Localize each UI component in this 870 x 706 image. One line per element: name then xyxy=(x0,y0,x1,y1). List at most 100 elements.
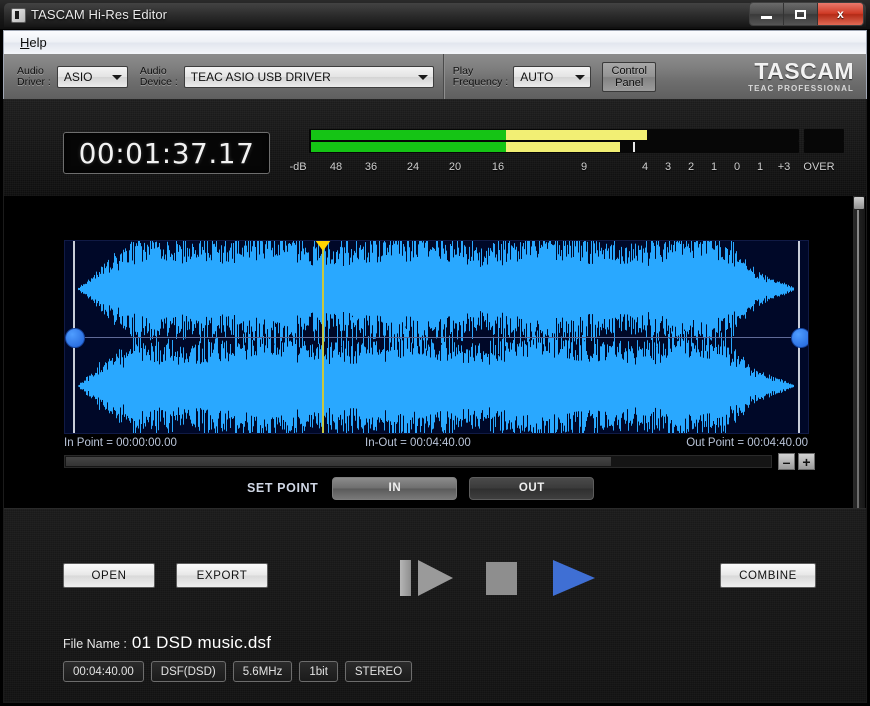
minimize-button[interactable] xyxy=(750,3,784,25)
db-scale-label: +3 xyxy=(778,161,791,173)
file-format-badge: 5.6MHz xyxy=(233,661,293,682)
app-icon xyxy=(11,8,26,23)
chevron-down-icon xyxy=(575,75,585,80)
menu-item-help[interactable]: Help xyxy=(17,34,50,51)
stop-icon[interactable] xyxy=(486,562,517,595)
title-bar: TASCAM Hi-Res Editor x xyxy=(0,0,870,30)
open-button[interactable]: OPEN xyxy=(63,563,155,588)
file-format-badge: STEREO xyxy=(345,661,412,682)
vertical-scrollbar-thumb[interactable] xyxy=(854,197,864,209)
transport-panel: OPEN EXPORT COMBINE File Name : 01 DSD m… xyxy=(4,508,866,702)
maximize-icon xyxy=(784,3,817,25)
export-button[interactable]: EXPORT xyxy=(176,563,268,588)
file-name-label: File Name : xyxy=(63,637,127,651)
level-meters xyxy=(309,129,844,163)
brand-tagline: TEAC PROFESSIONAL xyxy=(748,85,854,93)
file-format-badges: 00:04:40.00 DSF(DSD) 5.6MHz 1bit STEREO xyxy=(63,661,419,682)
level-meter-right-over xyxy=(804,141,844,153)
horizontal-scrollbar-thumb[interactable] xyxy=(66,457,611,466)
audio-driver-value: ASIO xyxy=(58,70,93,84)
editor-body: + – In Point = 00:00:00.00 In-Out = 00:0… xyxy=(3,196,867,703)
db-scale-label: 1 xyxy=(757,161,763,173)
play-frequency-label: Play Frequency : xyxy=(453,66,508,88)
level-meter-right-yellow xyxy=(506,142,620,152)
control-panel-label-1: Control xyxy=(612,65,647,77)
out-point-handle[interactable] xyxy=(791,328,809,348)
menu-bar: Help xyxy=(3,30,867,54)
db-scale-label: OVER xyxy=(803,161,834,173)
combine-button[interactable]: COMBINE xyxy=(720,563,816,588)
in-point-handle[interactable] xyxy=(65,328,85,348)
tascam-hires-editor-window: TASCAM Hi-Res Editor x Help Audio Driver… xyxy=(0,0,870,706)
time-display-value: 00:01:37.17 xyxy=(79,137,255,170)
db-scale-label: 3 xyxy=(665,161,671,173)
playhead-line xyxy=(322,241,324,434)
waveform-center-line xyxy=(65,337,809,338)
brand-name: TASCAM xyxy=(748,60,854,83)
chevron-down-icon xyxy=(418,75,428,80)
level-meter-right-green xyxy=(311,142,506,152)
settings-toolbar: Audio Driver : ASIO Audio Device : TEAC … xyxy=(3,54,867,99)
db-scale-label: -dB xyxy=(289,161,306,173)
set-point-label: SET POINT xyxy=(247,481,318,495)
file-format-badge: DSF(DSD) xyxy=(151,661,226,682)
waveform-display[interactable] xyxy=(64,240,809,434)
play-frequency-select[interactable]: AUTO xyxy=(513,66,591,88)
horizontal-scrollbar[interactable] xyxy=(64,455,772,468)
db-scale-label: 20 xyxy=(449,161,461,173)
level-meter-right-track xyxy=(309,141,799,153)
tascam-logo: TASCAM TEAC PROFESSIONAL xyxy=(748,60,854,93)
control-panel-label-2: Panel xyxy=(612,77,647,89)
db-scale-label: 48 xyxy=(330,161,342,173)
control-panel-button[interactable]: Control Panel xyxy=(602,62,656,92)
audio-device-select[interactable]: TEAC ASIO USB DRIVER xyxy=(184,66,434,88)
window-controls: x xyxy=(749,2,864,26)
level-meter-right xyxy=(309,141,844,153)
meter-strip: 00:01:37.17 -dB48362420169432101+3O xyxy=(3,99,867,196)
db-scale-label: 24 xyxy=(407,161,419,173)
db-scale-label: 0 xyxy=(734,161,740,173)
horizontal-zoom-controls: – + xyxy=(778,453,818,470)
db-scale-label: 16 xyxy=(492,161,504,173)
out-point-label: Out Point = 00:04:40.00 xyxy=(686,437,808,449)
audio-driver-select[interactable]: ASIO xyxy=(57,66,128,88)
close-icon: x xyxy=(818,3,863,25)
chevron-down-icon xyxy=(112,75,122,80)
level-meter-left-over xyxy=(804,129,844,141)
set-point-row: SET POINT IN OUT xyxy=(247,476,606,500)
audio-driver-label: Audio Driver : xyxy=(17,66,51,88)
audio-device-value: TEAC ASIO USB DRIVER xyxy=(185,70,331,84)
step-triangle xyxy=(418,560,453,596)
set-out-point-button[interactable]: OUT xyxy=(469,477,594,500)
file-info: File Name : 01 DSD music.dsf 00:04:40.00… xyxy=(63,633,419,682)
level-meter-left xyxy=(309,129,844,141)
point-info-row: In Point = 00:00:00.00 In-Out = 00:04:40… xyxy=(64,437,812,453)
db-scale-label: 2 xyxy=(688,161,694,173)
pause-bar xyxy=(400,560,411,596)
close-button[interactable]: x xyxy=(818,3,863,25)
db-scale-label: 4 xyxy=(642,161,648,173)
in-point-label: In Point = 00:00:00.00 xyxy=(64,437,177,449)
level-meter-left-yellow xyxy=(506,130,647,140)
db-scale-label: 1 xyxy=(711,161,717,173)
file-format-badge: 1bit xyxy=(299,661,338,682)
file-format-badge: 00:04:40.00 xyxy=(63,661,144,682)
level-meter-right-peak xyxy=(633,142,635,152)
level-meter-left-track xyxy=(309,129,799,141)
toolbar-divider xyxy=(443,54,445,99)
horizontal-zoom-in-button[interactable]: + xyxy=(798,453,815,470)
file-name-value: 01 DSD music.dsf xyxy=(132,633,271,653)
time-display: 00:01:37.17 xyxy=(63,132,270,174)
horizontal-zoom-out-button[interactable]: – xyxy=(778,453,795,470)
play-icon[interactable] xyxy=(553,560,595,596)
set-in-point-button[interactable]: IN xyxy=(332,477,457,500)
window-title: TASCAM Hi-Res Editor xyxy=(31,5,167,24)
file-name-row: File Name : 01 DSD music.dsf xyxy=(63,633,419,653)
pause-play-icon[interactable] xyxy=(400,560,456,596)
level-meter-left-green xyxy=(311,130,506,140)
playhead-marker-icon[interactable] xyxy=(315,240,331,251)
maximize-button[interactable] xyxy=(784,3,818,25)
db-scale-label: 9 xyxy=(581,161,587,173)
db-scale-label: 36 xyxy=(365,161,377,173)
minimize-icon xyxy=(750,3,783,25)
